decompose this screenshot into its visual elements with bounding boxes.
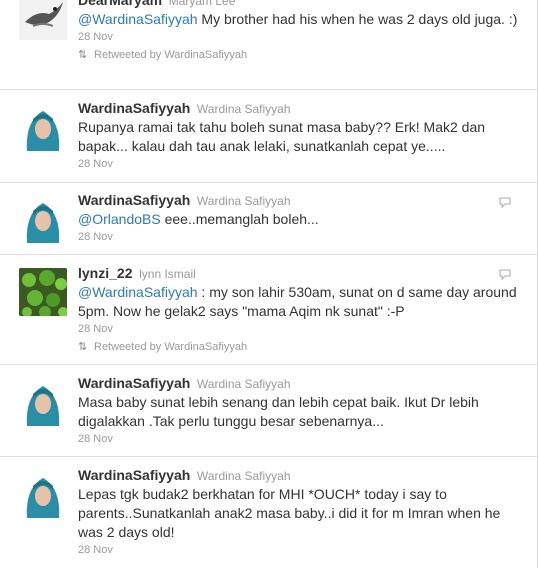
- tweet-text: @OrlandoBS eee..memanglah boleh...: [78, 210, 527, 229]
- hijab-avatar-icon: [19, 195, 67, 243]
- mention-link[interactable]: @OrlandoBS: [78, 211, 161, 227]
- screen-name[interactable]: WardinaSafiyyah: [78, 467, 190, 483]
- timestamp[interactable]: 28 Nov: [78, 322, 527, 336]
- full-name: lynn Ismail: [139, 267, 196, 281]
- mention-link[interactable]: @WardinaSafiyyah: [78, 284, 198, 300]
- retweet-icon: ⇅: [78, 341, 88, 353]
- tweet-body: My brother had his when he was 2 days ol…: [197, 11, 518, 27]
- tweet-body: eee..memanglah boleh...: [160, 211, 319, 227]
- retweet-text[interactable]: Retweeted by WardinaSafiyyah: [94, 341, 247, 353]
- screen-name[interactable]: WardinaSafiyyah: [78, 375, 190, 391]
- user-avatar[interactable]: [19, 0, 67, 40]
- retweet-indicator: ⇅ Retweeted by WardinaSafiyyah: [78, 340, 527, 354]
- tweet-text: Rupanya ramai tak tahu boleh sunat masa …: [78, 119, 486, 154]
- timestamp[interactable]: 28 Nov: [78, 230, 527, 244]
- full-name: Wardina Safiyyah: [196, 194, 291, 208]
- user-avatar[interactable]: [19, 103, 67, 151]
- full-name: Wardina Safiyyah: [196, 469, 291, 483]
- hijab-avatar-icon: [19, 470, 67, 518]
- retweet-text[interactable]: Retweeted by WardinaSafiyyah: [94, 49, 247, 61]
- tweet: lynzi_22 lynn Ismail @WardinaSafiyyah : …: [0, 255, 537, 365]
- user-avatar[interactable]: [19, 268, 67, 316]
- user-avatar[interactable]: [19, 378, 67, 426]
- timestamp[interactable]: 28 Nov: [78, 157, 527, 171]
- retweet-icon: ⇅: [78, 49, 88, 61]
- bird-avatar-icon: [19, 0, 67, 40]
- mention-link[interactable]: @WardinaSafiyyah: [78, 11, 198, 27]
- tweet: WardinaSafiyyah Wardina Safiyyah @Orland…: [0, 183, 537, 255]
- tweet-text: @WardinaSafiyyah My brother had his when…: [78, 10, 527, 29]
- plant-avatar-icon: [19, 268, 67, 316]
- retweet-indicator: ⇅ Retweeted by WardinaSafiyyah: [78, 48, 527, 62]
- timestamp[interactable]: 28 Nov: [78, 30, 527, 44]
- hijab-avatar-icon: [19, 378, 67, 426]
- screen-name[interactable]: WardinaSafiyyah: [78, 192, 190, 208]
- screen-name[interactable]: DearMaryam: [78, 0, 162, 8]
- tweet-text: Masa baby sunat lebih senang dan lebih c…: [78, 394, 479, 429]
- full-name: Wardina Safiyyah: [196, 377, 291, 391]
- timeline: DearMaryam Maryam Lee @WardinaSafiyyah M…: [0, 0, 538, 568]
- timestamp[interactable]: 28 Nov: [78, 432, 527, 446]
- full-name: Wardina Safiyyah: [196, 102, 291, 116]
- tweet: WardinaSafiyyah Wardina Safiyyah Masa ba…: [0, 365, 537, 457]
- user-avatar[interactable]: [19, 195, 67, 243]
- tweet-text: @WardinaSafiyyah : my son lahir 530am, s…: [78, 283, 527, 321]
- tweet: WardinaSafiyyah Wardina Safiyyah Lepas t…: [0, 457, 537, 568]
- timestamp[interactable]: 28 Nov: [78, 543, 527, 557]
- screen-name[interactable]: WardinaSafiyyah: [78, 100, 190, 116]
- tweet: WardinaSafiyyah Wardina Safiyyah Rupanya…: [0, 90, 537, 183]
- full-name: Maryam Lee: [168, 0, 236, 8]
- hijab-avatar-icon: [19, 103, 67, 151]
- screen-name[interactable]: lynzi_22: [78, 265, 132, 281]
- tweet: DearMaryam Maryam Lee @WardinaSafiyyah M…: [0, 0, 537, 90]
- user-avatar[interactable]: [19, 470, 67, 518]
- tweet-text: Lepas tgk budak2 berkhatan for MHI *OUCH…: [78, 486, 501, 540]
